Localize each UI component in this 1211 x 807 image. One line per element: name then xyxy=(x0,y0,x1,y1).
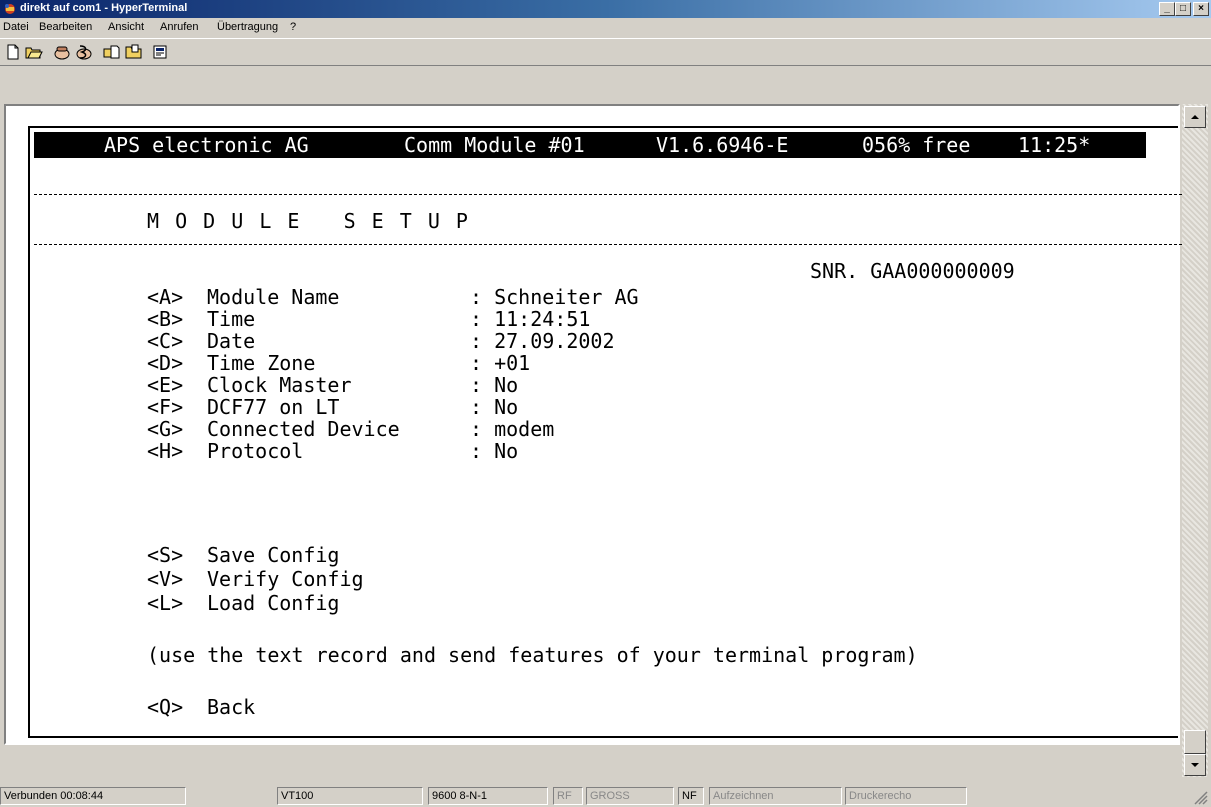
new-icon[interactable] xyxy=(3,42,23,62)
back-key: <Q> xyxy=(147,695,184,719)
firmware-version: V1.6.6946-E xyxy=(656,133,789,157)
setting-key-b: <B> xyxy=(147,307,184,331)
action-key-v: <V> xyxy=(147,567,184,591)
setting-key-f: <F> xyxy=(147,395,184,419)
serial-number: SNR. GAA000000009 xyxy=(810,259,1015,283)
menu-uebertragung[interactable]: Übertragung xyxy=(217,21,278,33)
status-gross: GROSS xyxy=(586,787,674,805)
setting-value-dcf77: : No xyxy=(470,395,519,419)
setting-key-a: <A> xyxy=(147,285,184,309)
setting-key-d: <D> xyxy=(147,351,184,375)
status-record: Aufzeichnen xyxy=(709,787,842,805)
setting-value-protocol: : No xyxy=(470,439,519,463)
divider-top xyxy=(34,194,1182,195)
action-save-config: Save Config xyxy=(207,543,340,567)
terminal-header-bar: APS electronic AG Comm Module #01 V1.6.6… xyxy=(34,132,1146,158)
status-nf: NF xyxy=(678,787,704,805)
setting-value-time: : 11:24:51 xyxy=(470,307,591,331)
section-title: M O D U L E S E T U P xyxy=(147,209,470,233)
menu-datei[interactable]: Datei xyxy=(3,21,29,33)
arrow-up-icon xyxy=(1191,115,1199,119)
divider-bottom xyxy=(34,244,1182,245)
module-name: Comm Module #01 xyxy=(404,133,585,157)
disconnect-icon[interactable] xyxy=(74,42,94,62)
setting-key-c: <C> xyxy=(147,329,184,353)
status-connected: Verbunden 00:08:44 xyxy=(0,787,186,805)
setting-key-e: <E> xyxy=(147,373,184,397)
setting-key-g: <G> xyxy=(147,417,184,441)
setting-value-connected-device: : modem xyxy=(470,417,555,441)
status-rf: RF xyxy=(553,787,583,805)
vertical-scrollbar[interactable] xyxy=(1182,104,1208,777)
action-key-l: <L> xyxy=(147,591,184,615)
company-name: APS electronic AG xyxy=(104,133,309,157)
action-key-s: <S> xyxy=(147,543,184,567)
resize-grip-icon[interactable] xyxy=(1192,789,1208,805)
setting-label-connected-device: Connected Device xyxy=(207,417,400,441)
action-load-config: Load Config xyxy=(207,591,340,615)
open-icon[interactable] xyxy=(24,42,44,62)
hyperterminal-icon xyxy=(5,4,15,14)
menu-ansicht[interactable]: Ansicht xyxy=(108,21,144,33)
title-bar[interactable]: direkt auf com1 - HyperTerminal _ □ × xyxy=(0,0,1211,18)
setting-value-clock-master: : No xyxy=(470,373,519,397)
free-memory: 056% free xyxy=(862,133,971,157)
terminal-note: (use the text record and send features o… xyxy=(147,643,918,667)
setting-label-module-name: Module Name xyxy=(207,285,340,309)
menu-anrufen[interactable]: Anrufen xyxy=(160,21,199,33)
receive-icon[interactable] xyxy=(124,42,144,62)
setting-label-time-zone: Time Zone xyxy=(207,351,316,375)
setting-value-module-name: : Schneiter AG xyxy=(470,285,639,309)
setting-label-date: Date xyxy=(207,329,256,353)
setting-value-date: : 27.09.2002 xyxy=(470,329,615,353)
connect-icon[interactable] xyxy=(52,42,72,62)
setting-label-protocol: Protocol xyxy=(207,439,304,463)
toolbar xyxy=(0,38,1211,66)
minimize-button[interactable]: _ xyxy=(1159,2,1175,16)
setting-label-clock-master: Clock Master xyxy=(207,373,352,397)
setting-label-time: Time xyxy=(207,307,256,331)
setting-value-time-zone: : +01 xyxy=(470,351,531,375)
window-title: direkt auf com1 - HyperTerminal xyxy=(20,2,188,14)
arrow-down-icon xyxy=(1191,763,1199,767)
header-time: 11:25* xyxy=(1018,133,1091,157)
scroll-thumb[interactable] xyxy=(1184,730,1206,754)
scroll-down-button[interactable] xyxy=(1184,754,1206,776)
status-print-echo: Druckerecho xyxy=(845,787,967,805)
send-icon[interactable] xyxy=(102,42,122,62)
menu-bearbeiten[interactable]: Bearbeiten xyxy=(39,21,92,33)
setting-label-dcf77: DCF77 on LT xyxy=(207,395,340,419)
action-verify-config: Verify Config xyxy=(207,567,364,591)
status-port: 9600 8-N-1 xyxy=(428,787,548,805)
back-label: Back xyxy=(207,695,256,719)
menu-help[interactable]: ? xyxy=(290,21,296,33)
status-bar: Verbunden 00:08:44 VT100 9600 8-N-1 RF G… xyxy=(0,785,1211,807)
setting-key-h: <H> xyxy=(147,439,184,463)
maximize-button[interactable]: □ xyxy=(1175,2,1191,16)
close-button[interactable]: × xyxy=(1193,2,1209,16)
scroll-up-button[interactable] xyxy=(1184,106,1206,128)
properties-icon[interactable] xyxy=(150,42,170,62)
menu-bar: Datei Bearbeiten Ansicht Anrufen Übertra… xyxy=(0,18,1211,38)
status-emulation: VT100 xyxy=(277,787,423,805)
